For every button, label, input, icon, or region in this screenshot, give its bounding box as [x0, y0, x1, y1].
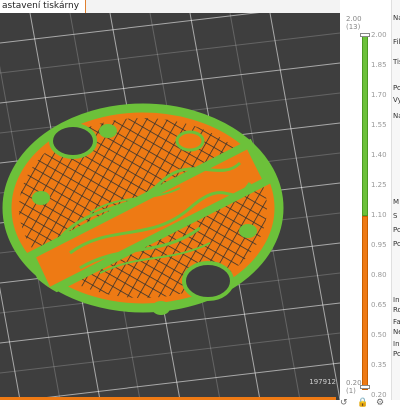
sidebar-label: Fila [393, 38, 400, 46]
sidebar-label: S [393, 212, 398, 220]
sidebar-label: Po [393, 226, 400, 234]
top-height-label: 2.00 [346, 15, 362, 23]
move-count: 197912 [309, 378, 336, 386]
sidebar-label: Nas [393, 14, 400, 22]
top-layer-label: (13) [346, 23, 361, 31]
sidebar-label: Vyp [393, 96, 400, 104]
sidebar-label: Ro [393, 306, 400, 314]
layer-tick-label: 1.55 [371, 121, 387, 129]
layer-slider-lower[interactable] [362, 216, 368, 390]
bottom-layer-label: (1) [346, 387, 356, 395]
sidebar-label: Tisk [393, 58, 400, 66]
sidebar-label: In [393, 296, 400, 304]
peg-right [239, 224, 257, 238]
layer-slider-panel: 2.00 (13) 2.00 1.85 1.70 1.55 1.40 1.25 1.10 0.… [340, 13, 391, 408]
layer-tick-label: 1.70 [371, 91, 387, 99]
sidebar-label: In [393, 340, 400, 348]
peg-left [32, 191, 50, 205]
layer-tick-label: 0.80 [371, 271, 387, 279]
layer-slider-top-thumb[interactable] [360, 33, 370, 37]
layer-tick-label: 0.95 [371, 241, 387, 249]
boss-top-right [175, 130, 205, 152]
sidebar-label: Na [393, 112, 400, 120]
3d-preview-viewport[interactable]: 197912 [0, 13, 340, 400]
tab-bar: astavení tiskárny [0, 0, 340, 14]
layer-tick-label: 1.40 [371, 151, 387, 159]
sidebar-label: Fa [393, 318, 400, 326]
peg-top [99, 124, 117, 138]
tab-printer-settings[interactable]: astavení tiskárny [0, 0, 87, 13]
layer-tick-label: 0.50 [371, 331, 387, 339]
print-preview-canvas [0, 13, 340, 400]
sidebar-label: Po [393, 240, 400, 248]
hole-top-left [49, 123, 97, 159]
sidebar-label: Po [393, 84, 400, 92]
peg-bottom [152, 301, 170, 315]
layer-tick-label: 1.10 [371, 211, 387, 219]
layer-slider-upper[interactable] [362, 35, 368, 216]
sidebar-label: M [393, 198, 400, 206]
sidebar-label: Po [393, 350, 400, 358]
layer-tick-label: 0.65 [371, 301, 387, 309]
layer-tick-label: 1.85 [371, 61, 387, 69]
layer-tick-label: 0.35 [371, 361, 387, 369]
layer-tick-label: 2.00 [371, 31, 387, 39]
layer-tick-label: 1.25 [371, 181, 387, 189]
hole-bottom-right [182, 261, 234, 301]
sidebar-label: Ne [393, 328, 400, 336]
right-sidebar: Nas Fila Tisk Po Vyp Na MS Po Po In Ro Fa Ne In Po [391, 0, 400, 400]
bottom-height-label: 0.20 [346, 379, 362, 387]
